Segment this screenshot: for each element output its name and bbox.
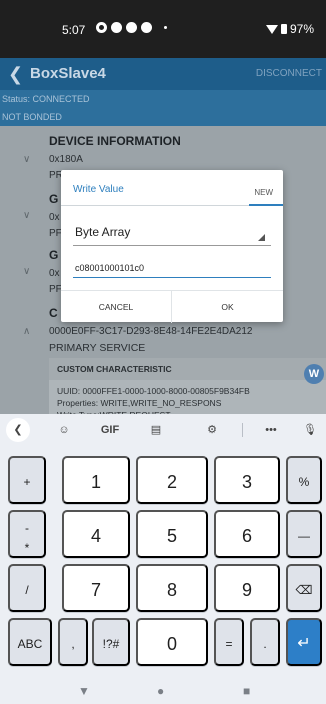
chevron-up-icon[interactable]: ∧ <box>23 326 30 337</box>
key-6[interactable]: 6 <box>214 510 280 558</box>
app-bar: ❮ BoxSlave4 DISCONNECT <box>0 58 326 90</box>
value-input[interactable] <box>73 258 271 278</box>
key-symbols[interactable]: !?# <box>92 618 130 666</box>
service-type: PF <box>49 284 62 295</box>
settings-icon[interactable]: ⚙ <box>200 418 224 442</box>
key-8[interactable]: 8 <box>136 564 208 612</box>
notification-icon <box>111 22 122 33</box>
chevron-down-icon[interactable]: ∨ <box>23 154 30 165</box>
dialog-buttons: CANCEL OK <box>61 290 283 323</box>
service-title: G <box>49 248 59 262</box>
cancel-button[interactable]: CANCEL <box>61 291 172 323</box>
tab-new[interactable]: NEW <box>254 188 273 197</box>
dropdown-arrow-icon <box>258 234 265 241</box>
nav-home-icon[interactable]: ● <box>157 684 164 698</box>
keyboard: ❮ ☺ GIF ▤ ⚙ ••• 🎙 + 1 2 3 % - * 4 5 6 — /… <box>0 414 326 704</box>
more-notifications-icon <box>164 26 167 29</box>
wifi-icon <box>265 24 278 34</box>
more-options-icon[interactable]: ••• <box>258 418 284 442</box>
service-type: PRIMARY SERVICE <box>49 342 146 354</box>
characteristic-properties: Properties: WRITE,WRITE_NO_RESPONS <box>57 398 222 408</box>
connection-status: Status: CONNECTED NOT BONDED <box>0 90 326 126</box>
battery-icon <box>280 24 287 34</box>
notification-icon <box>126 22 137 33</box>
key-space[interactable]: — <box>286 510 322 558</box>
key-5[interactable]: 5 <box>136 510 208 558</box>
key-asterisk-label: * <box>24 541 30 555</box>
key-3[interactable]: 3 <box>214 456 280 504</box>
service-uuid: 0000E0FF-3C17-D293-8E48-14FE2E4DA212 <box>49 326 253 337</box>
key-1[interactable]: 1 <box>62 456 130 504</box>
gif-button[interactable]: GIF <box>96 418 124 442</box>
status-time: 5:07 <box>62 23 86 37</box>
toolbar-divider <box>242 423 243 437</box>
write-icon[interactable]: W <box>304 364 324 384</box>
key-minus-label: - <box>25 521 29 535</box>
back-arrow-icon[interactable]: ❮ <box>8 64 23 85</box>
nav-back-icon[interactable]: ▼ <box>78 684 90 698</box>
nav-recents-icon[interactable]: ■ <box>243 684 250 698</box>
key-backspace[interactable]: ⌫ <box>286 564 322 612</box>
battery-percent: 97% <box>289 22 314 36</box>
key-minus[interactable]: - * <box>8 510 46 558</box>
keyboard-toolbar: ❮ ☺ GIF ▤ ⚙ ••• 🎙 <box>0 414 326 446</box>
value-type-select[interactable]: Byte Array <box>73 222 271 246</box>
notification-icons <box>96 22 167 33</box>
characteristic-uuid: UUID: 0000FFE1-0000-1000-8000-00805F9B34… <box>57 386 250 396</box>
tab-indicator <box>249 204 283 206</box>
status-bar: 5:07 97% <box>0 0 326 58</box>
keyboard-back-icon[interactable]: ❮ <box>6 418 30 442</box>
connection-state: Status: CONNECTED <box>2 94 90 104</box>
service-uuid: 0x180A <box>49 154 83 165</box>
disconnect-button[interactable]: DISCONNECT <box>256 68 322 79</box>
chevron-down-icon[interactable]: ∨ <box>23 266 30 277</box>
key-slash[interactable]: / <box>8 564 46 612</box>
notification-icon <box>141 22 152 33</box>
service-uuid: 0x <box>49 268 60 279</box>
notification-icon <box>96 22 107 33</box>
service-title: DEVICE INFORMATION <box>49 134 181 148</box>
write-value-dialog: Write Value NEW Byte Array CANCEL OK <box>61 170 283 323</box>
emoji-icon[interactable]: ☺ <box>52 418 76 442</box>
microphone-icon[interactable]: 🎙 <box>300 418 320 442</box>
ok-button[interactable]: OK <box>172 291 283 323</box>
key-enter[interactable]: ↵ <box>286 618 322 666</box>
clipboard-icon[interactable]: ▤ <box>144 418 168 442</box>
key-abc[interactable]: ABC <box>8 618 52 666</box>
key-percent[interactable]: % <box>286 456 322 504</box>
key-9[interactable]: 9 <box>214 564 280 612</box>
app-title: BoxSlave4 <box>30 65 106 82</box>
dialog-title: Write Value <box>73 184 124 195</box>
key-plus[interactable]: + <box>8 456 46 504</box>
service-type: PF <box>49 228 62 239</box>
key-0[interactable]: 0 <box>136 618 208 666</box>
characteristic-title: CUSTOM CHARACTERISTIC <box>49 358 326 380</box>
system-icons: 97% <box>265 22 314 36</box>
value-type-selected: Byte Array <box>75 225 131 239</box>
key-4[interactable]: 4 <box>62 510 130 558</box>
service-title: C <box>49 306 58 320</box>
key-equals[interactable]: = <box>214 618 244 666</box>
key-2[interactable]: 2 <box>136 456 208 504</box>
navigation-bar: ▼ ● ■ <box>0 680 326 704</box>
bond-state: NOT BONDED <box>2 112 62 122</box>
key-comma[interactable]: , <box>58 618 88 666</box>
service-uuid: 0x <box>49 212 60 223</box>
key-period[interactable]: . <box>250 618 280 666</box>
chevron-down-icon[interactable]: ∨ <box>23 210 30 221</box>
service-title: G <box>49 192 59 206</box>
key-7[interactable]: 7 <box>62 564 130 612</box>
